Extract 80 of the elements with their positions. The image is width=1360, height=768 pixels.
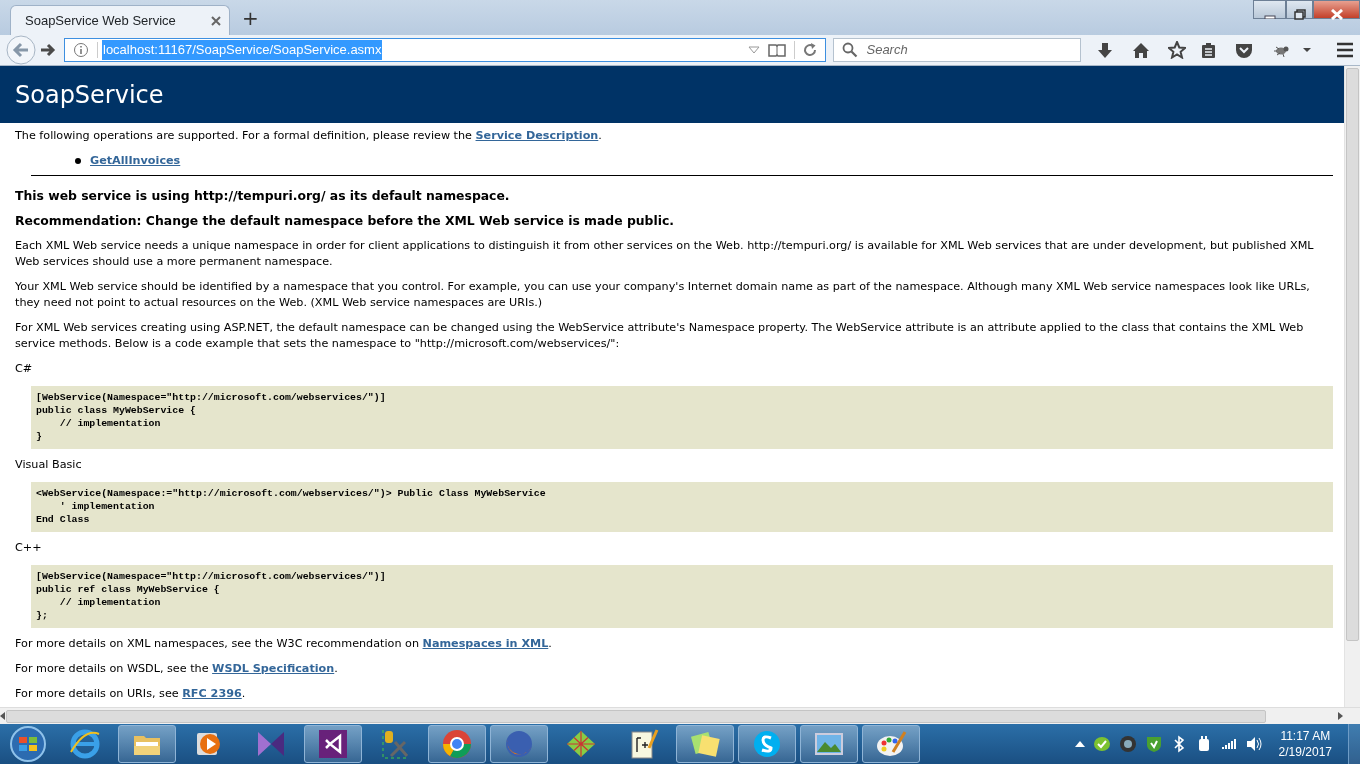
- url-text: localhost:11167/SoapService/SoapService.asmx: [102, 40, 383, 60]
- menu-icon: [1336, 42, 1354, 58]
- ring-icon: [69, 728, 101, 760]
- toolbar-button[interactable]: [1235, 41, 1253, 59]
- search-icon: [842, 42, 859, 58]
- start-button[interactable]: [8, 725, 48, 763]
- paragraph: For more details on XML namespaces, see the W3C recommendation on Namespaces in XML.: [15, 636, 553, 652]
- scroll-right-icon[interactable]: [1337, 712, 1343, 720]
- close-window-button[interactable]: [1313, 0, 1360, 19]
- camera-icon: [1118, 735, 1137, 753]
- download-icon: [1096, 41, 1114, 59]
- tray-icon-button[interactable]: [1074, 741, 1085, 747]
- restore-icon: [1293, 9, 1306, 20]
- check-bubble-icon: [1092, 735, 1111, 753]
- bullet-icon: [75, 158, 81, 164]
- code-sample: <WebService(Namespace:="http://microsoft.com/webservices/")> Public Class MyWebService ' implementation End Class: [31, 482, 1333, 532]
- code-sample: [WebService(Namespace="http://microsoft.com/webservices/")] public ref class MyWebService { // implementation };: [31, 565, 1333, 628]
- toolbar-button[interactable]: [1096, 41, 1114, 59]
- start-orb-icon: [8, 725, 48, 763]
- clipboard-list-icon: [1200, 41, 1217, 59]
- vertical-scrollbar[interactable]: [1344, 66, 1360, 707]
- paragraph: Each XML Web service needs a unique namespace in order for client applications to distinguish it from other services on the Web. http://tempuri.org/ is available for XML Web services that are under development, but published XML Web services should use a more permanent namespace.: [15, 238, 1315, 270]
- taskbar-button[interactable]: [862, 725, 920, 763]
- tray-icon-button[interactable]: [1144, 735, 1163, 753]
- info-icon: [73, 42, 89, 58]
- notice-text: This web service is using http://tempuri.org/ as its default namespace.: [15, 188, 511, 204]
- clock-date[interactable]: 2/19/2017: [1278, 744, 1332, 760]
- reload-icon[interactable]: [803, 43, 818, 57]
- tab-title: SoapService Web Service: [25, 11, 176, 30]
- dropdown-triangle-icon[interactable]: [748, 46, 761, 54]
- restore-button[interactable]: [1286, 0, 1313, 19]
- toolbar-button[interactable]: [1200, 41, 1217, 59]
- taskbar-button[interactable]: [304, 725, 362, 763]
- paragraph: For XML Web services creating using ASP.NET, the default namespace can be changed using the WebService attribute's Namespace property. The WebService attribute is an attribute applied to the class that contains the XML Web service methods. Below is a code example that sets the namespace to "http://microsoft.com/webservices/":: [15, 320, 1305, 352]
- taskbar-button[interactable]: [676, 725, 734, 763]
- home-icon: [1132, 41, 1150, 59]
- shield-icon: [1144, 735, 1163, 753]
- paragraph: The following operations are supported. For a formal definition, please review the Service Description.: [15, 128, 603, 144]
- paragraph: For more details on WSDL, see the WSDL Specification.: [15, 661, 339, 677]
- forward-button[interactable]: [40, 43, 56, 57]
- clock-time[interactable]: 11:17 AM: [1278, 728, 1332, 744]
- language-label: C++: [15, 540, 43, 556]
- taskbar-button[interactable]: [428, 725, 486, 763]
- tray-icon-button[interactable]: [1092, 735, 1111, 753]
- tile-icon: [317, 728, 349, 760]
- page-heading: SoapService: [15, 80, 164, 110]
- notice-text: Recommendation: Change the default namespace before the XML Web service is made public.: [15, 213, 676, 229]
- toolbar-button[interactable]: [1168, 41, 1186, 59]
- book-icon[interactable]: [768, 43, 787, 57]
- toolbar-button[interactable]: [1132, 41, 1150, 59]
- operation-link[interactable]: GetAllInvoices: [90, 153, 181, 169]
- pocket-icon: [1235, 41, 1253, 59]
- caret-icon: [1302, 47, 1312, 53]
- search-field[interactable]: Search: [833, 38, 1081, 62]
- circle-icon: [441, 728, 473, 760]
- browser-tab[interactable]: SoapService Web Service: [10, 5, 230, 35]
- taskbar-button[interactable]: [118, 725, 176, 763]
- database-tools-icon: [379, 728, 411, 760]
- forward-arrow-icon: [40, 43, 56, 57]
- new-tab-button[interactable]: +: [238, 7, 263, 28]
- tray-icon-button[interactable]: [1118, 735, 1137, 753]
- speaker-icon: [1244, 735, 1263, 753]
- diamond-grid-icon: [565, 728, 597, 760]
- toolbar-button[interactable]: [1302, 47, 1312, 53]
- toolbar-button[interactable]: [1336, 42, 1354, 58]
- tray-icon-button[interactable]: [1244, 735, 1263, 753]
- paragraph: Your XML Web service should be identified by a namespace that you control. For example, you can use your company's Internet domain name as part of the namespace. Although many XML Web service namespaces look like URLs, they need not point to actual resources on the Web. (XML Web service namespaces are URIs.): [15, 279, 1311, 311]
- language-label: C#: [15, 361, 34, 377]
- paragraph: For more details on URIs, see RFC 2396.: [15, 686, 247, 702]
- language-label: Visual Basic: [15, 457, 83, 473]
- close-icon: [1329, 9, 1344, 20]
- up-caret-icon: [1074, 741, 1085, 747]
- chat-circle-icon: [751, 728, 783, 760]
- close-icon[interactable]: [211, 15, 221, 26]
- code-sample: [WebService(Namespace="http://microsoft.com/webservices/")] public class MyWebService { // implementation }: [31, 386, 1333, 449]
- globe-icon: [503, 728, 535, 760]
- horizontal-scrollbar[interactable]: [0, 707, 1360, 724]
- taskbar-button[interactable]: [738, 725, 796, 763]
- link[interactable]: RFC 2396: [182, 687, 242, 700]
- star-icon: [1168, 41, 1186, 59]
